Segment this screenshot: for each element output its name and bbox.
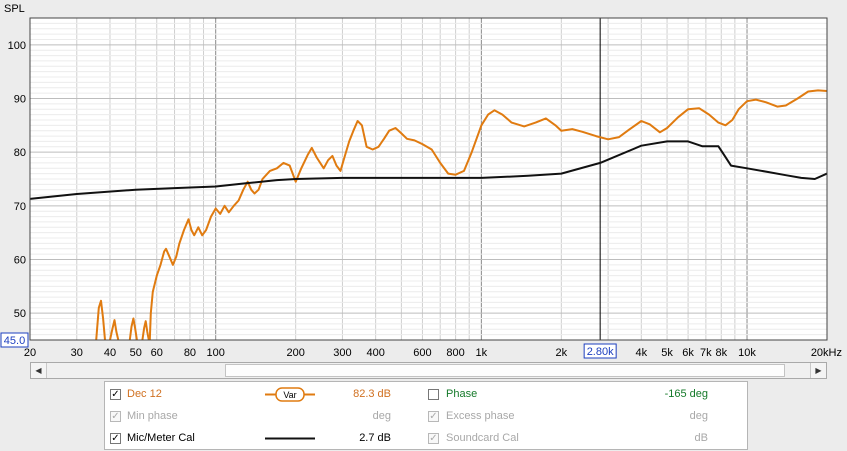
x-tick-label: 30: [71, 347, 83, 359]
legend-row-dec12: ✓ Dec 12 Var 82.3 dB Phase -165 deg: [105, 384, 747, 406]
excess-phase-value: deg: [689, 410, 708, 422]
min-phase-checkbox[interactable]: ✓: [110, 411, 121, 422]
min-phase-value: deg: [372, 410, 391, 422]
x-tick-label: 8k: [715, 347, 727, 359]
legend-row-min-phase: ✓ Min phase deg ✓ Excess phase deg: [105, 406, 747, 428]
mic-cal-line-swatch[interactable]: [265, 431, 315, 446]
cursor-frequency-label: 2.80k: [587, 346, 614, 358]
scroll-right-button[interactable]: ▶: [810, 363, 826, 378]
x-tick-label: 80: [184, 347, 196, 359]
y-tick-label: 50: [14, 308, 26, 320]
grid: [29, 17, 828, 341]
x-tick-label: 800: [446, 347, 464, 359]
soundcard-cal-value: dB: [694, 432, 708, 444]
min-phase-label: Min phase: [127, 410, 178, 422]
x-tick-label: 60: [151, 347, 163, 359]
smoothing-label: Var: [283, 390, 296, 400]
mic-cal-value: 2.7 dB: [359, 432, 391, 444]
y-tick-label: 60: [14, 255, 26, 267]
x-tick-label: 50: [130, 347, 142, 359]
phase-checkbox[interactable]: [428, 389, 439, 400]
x-tick-label: 400: [366, 347, 384, 359]
dec12-label: Dec 12: [127, 388, 162, 400]
x-tick-label: 40: [104, 347, 116, 359]
x-tick-label: 4k: [635, 347, 647, 359]
y-tick-label: 80: [14, 147, 26, 159]
excess-phase-label: Excess phase: [446, 410, 515, 422]
x-tick-label: 6k: [682, 347, 694, 359]
dec12-line-style-swatch[interactable]: Var: [265, 387, 315, 402]
dec12-value: 82.3 dB: [353, 388, 391, 400]
phase-value: -165 deg: [664, 388, 708, 400]
x-tick-label: 300: [333, 347, 351, 359]
phase-label: Phase: [446, 388, 478, 400]
excess-phase-checkbox[interactable]: ✓: [428, 411, 439, 422]
trace-legend-panel: ✓ Dec 12 Var 82.3 dB Phase -165 deg ✓ Mi…: [104, 381, 748, 450]
y-min-label: 45.0: [4, 335, 25, 347]
x-tick-label: 20: [24, 347, 36, 359]
x-tick-label: 10k: [738, 347, 756, 359]
x-tick-label: 5k: [661, 347, 673, 359]
dec12-checkbox[interactable]: ✓: [110, 389, 121, 400]
scroll-thumb[interactable]: [225, 364, 785, 377]
x-tick-label: 2k: [556, 347, 568, 359]
x-tick-label: 200: [286, 347, 304, 359]
soundcard-cal-label: Soundcard Cal: [446, 432, 519, 444]
legend-row-mic-cal: ✓ Mic/Meter Cal 2.7 dB ✓ Soundcard Cal d…: [105, 428, 747, 450]
horizontal-scrollbar[interactable]: ◀ ▶: [30, 362, 827, 379]
spl-chart[interactable]: SPL 50 60 70 80 90 100 45.020 30 40 50 60 80 100 200 30…: [0, 0, 847, 360]
x-tick-label: 7k: [700, 347, 712, 359]
scroll-left-button[interactable]: ◀: [31, 363, 47, 378]
x-tick-label: 100: [207, 347, 225, 359]
x-tick-label: 20kHz: [811, 347, 842, 359]
x-tick-label: 1k: [476, 347, 488, 359]
mic-cal-label: Mic/Meter Cal: [127, 432, 195, 444]
y-tick-label: 70: [14, 201, 26, 213]
y-axis-label: SPL: [4, 3, 25, 15]
soundcard-cal-checkbox[interactable]: ✓: [428, 433, 439, 444]
y-tick-label: 90: [14, 94, 26, 106]
y-tick-label: 100: [8, 40, 26, 52]
x-tick-label: 600: [413, 347, 431, 359]
mic-cal-checkbox[interactable]: ✓: [110, 433, 121, 444]
